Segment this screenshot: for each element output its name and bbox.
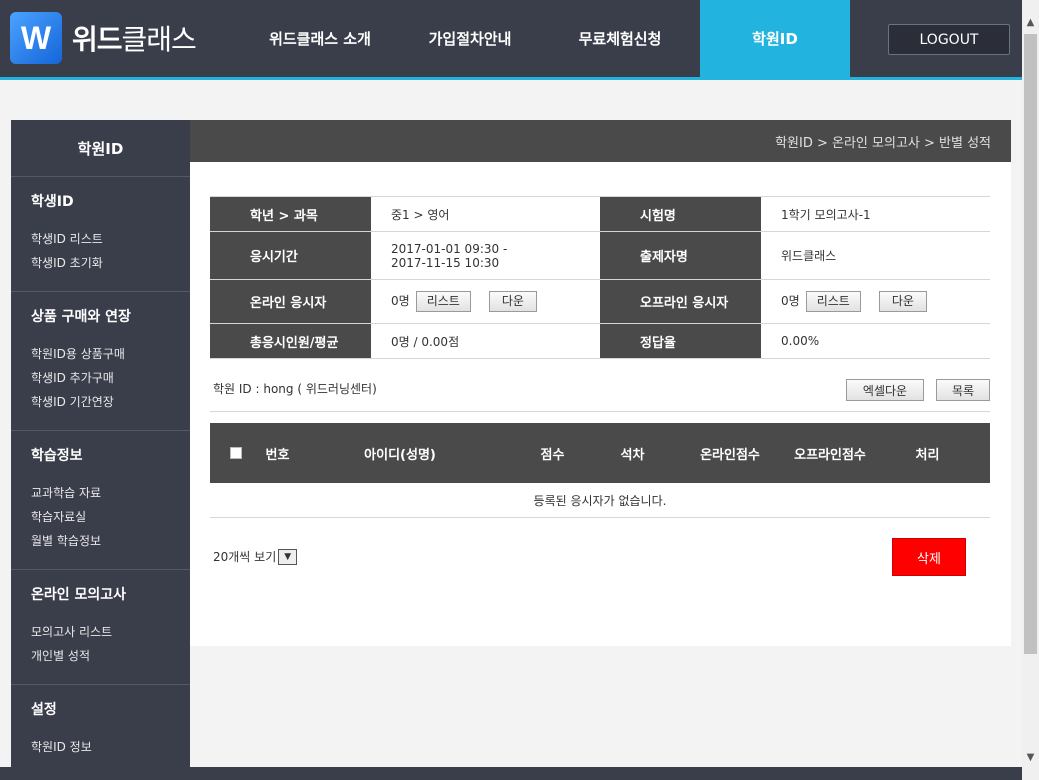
page-size-label: 20개씩 보기 (213, 550, 277, 564)
grade-subject-label: 학년 > 과목 (210, 196, 371, 232)
sidebar-section-purchase: 상품 구매와 연장 학원ID용 상품구매 학생ID 추가구매 학생ID 기간연장 (11, 292, 190, 431)
period-end: 2017-11-15 10:30 (391, 255, 500, 270)
top-header: W 위드클래스 위드클래스 소개 가입절차안내 무료체험신청 학원ID LOGO… (0, 0, 1022, 80)
sidebar-title: 학원ID (11, 120, 190, 177)
empty-results-message: 등록된 응시자가 없습니다. (210, 483, 990, 518)
main-content: 학원ID > 온라인 모의고사 > 반별 성적 학년 > 과목 중1 > 영어 … (190, 120, 1011, 646)
sidebar-item-additional-purchase[interactable]: 학생ID 추가구매 (31, 366, 190, 390)
logo-text: 위드클래스 (72, 18, 197, 58)
column-header-id-name: 아이디(성명) (364, 447, 436, 463)
footer-bar (0, 767, 1022, 780)
sidebar-section-learning-info: 학습정보 교과학습 자료 학습자료실 월별 학습정보 (11, 431, 190, 570)
excel-download-button[interactable]: 엑셀다운 (846, 379, 924, 401)
sidebar: 학원ID 학생ID 학생ID 리스트 학생ID 초기화 상품 구매와 연장 학원… (11, 120, 190, 767)
exam-name-value: 1학기 모의고사-1 (761, 196, 990, 232)
column-header-online-score: 온라인점수 (700, 447, 760, 463)
sidebar-item-period-extension[interactable]: 학생ID 기간연장 (31, 390, 190, 414)
nav-signup-guide[interactable]: 가입절차안내 (400, 0, 540, 77)
online-takers-count: 0명 (391, 294, 410, 308)
scroll-down-arrow-icon[interactable]: ▼ (1022, 749, 1039, 766)
sidebar-section-student-id: 학생ID 학생ID 리스트 학생ID 초기화 (11, 177, 190, 292)
total-average-value: 0명 / 0.00점 (371, 323, 600, 359)
back-to-list-button[interactable]: 목록 (936, 379, 990, 401)
sidebar-item-materials-room[interactable]: 학습자료실 (31, 505, 190, 529)
scrollbar[interactable]: ▲ ▼ (1022, 0, 1039, 780)
scroll-up-arrow-icon[interactable]: ▲ (1022, 14, 1039, 31)
results-table-header: 번호 아이디(성명) 점수 석차 온라인점수 오프라인점수 처리 (210, 423, 990, 483)
sidebar-section-settings: 설정 학원ID 정보 (11, 685, 190, 775)
academy-id-line: 학원 ID : hong ( 위드러닝센터) (213, 382, 377, 396)
offline-download-button[interactable]: 다운 (878, 291, 927, 312)
logout-button[interactable]: LOGOUT (888, 24, 1010, 55)
delete-button[interactable]: 삭제 (892, 538, 966, 576)
online-download-button[interactable]: 다운 (488, 291, 537, 312)
column-header-offline-score: 오프라인점수 (794, 447, 866, 463)
page-size-selector: 20개씩 보기 ▼ (213, 548, 298, 565)
offline-takers-value: 0명 리스트 다운 (761, 279, 990, 324)
logo-text-bold: 위드 (72, 23, 123, 56)
sidebar-item-individual-scores[interactable]: 개인별 성적 (31, 644, 190, 668)
logo[interactable]: W 위드클래스 (10, 12, 197, 64)
offline-takers-count: 0명 (781, 294, 800, 308)
page-size-dropdown-chevron-icon[interactable]: ▼ (278, 548, 298, 565)
nav-academy-id[interactable]: 학원ID (700, 0, 850, 77)
exam-name-label: 시험명 (600, 196, 761, 232)
main-nav: 위드클래스 소개 가입절차안내 무료체험신청 학원ID (240, 0, 850, 77)
sidebar-section-title: 학습정보 (31, 448, 83, 464)
sidebar-item-mock-exam-list[interactable]: 모의고사 리스트 (31, 620, 190, 644)
column-header-action: 처리 (915, 447, 940, 463)
online-takers-label: 온라인 응시자 (210, 279, 371, 324)
logo-text-thin: 클래스 (121, 23, 197, 56)
author-label: 출제자명 (600, 231, 761, 280)
logo-mark: W (10, 12, 62, 64)
sidebar-section-mock-exam: 온라인 모의고사 모의고사 리스트 개인별 성적 (11, 570, 190, 685)
scroll-thumb[interactable] (1024, 34, 1037, 654)
divider (210, 411, 990, 412)
sidebar-item-student-id-reset[interactable]: 학생ID 초기화 (31, 251, 190, 275)
column-header-number: 번호 (265, 447, 290, 463)
period-label: 응시기간 (210, 231, 371, 280)
nav-intro[interactable]: 위드클래스 소개 (240, 0, 400, 77)
accuracy-label: 정답율 (600, 323, 761, 359)
exam-info-table: 학년 > 과목 중1 > 영어 시험명 1학기 모의고사-1 응시기간 2017… (210, 196, 990, 359)
sidebar-item-product-purchase[interactable]: 학원ID용 상품구매 (31, 342, 190, 366)
online-list-button[interactable]: 리스트 (415, 291, 471, 312)
select-all-checkbox-cell (228, 423, 244, 483)
column-header-rank: 석차 (620, 447, 645, 463)
grade-subject-value: 중1 > 영어 (371, 196, 600, 232)
select-all-checkbox[interactable] (230, 447, 242, 459)
sidebar-item-academy-id-info[interactable]: 학원ID 정보 (31, 735, 190, 759)
nav-free-trial[interactable]: 무료체험신청 (540, 0, 700, 77)
period-value: 2017-01-01 09:30 - 2017-11-15 10:30 (371, 231, 600, 280)
column-header-score: 점수 (540, 447, 565, 463)
period-start: 2017-01-01 09:30 - (391, 241, 508, 256)
accuracy-value: 0.00% (761, 323, 990, 359)
sidebar-section-title: 설정 (31, 702, 57, 718)
offline-takers-label: 오프라인 응시자 (600, 279, 761, 324)
breadcrumb: 학원ID > 온라인 모의고사 > 반별 성적 (190, 120, 1011, 162)
sidebar-section-title: 온라인 모의고사 (31, 587, 127, 603)
total-average-label: 총응시인원/평균 (210, 323, 371, 359)
online-takers-value: 0명 리스트 다운 (371, 279, 600, 324)
sidebar-item-monthly-info[interactable]: 월별 학습정보 (31, 529, 190, 553)
sidebar-item-student-id-list[interactable]: 학생ID 리스트 (31, 227, 190, 251)
sidebar-item-subject-materials[interactable]: 교과학습 자료 (31, 481, 190, 505)
offline-list-button[interactable]: 리스트 (805, 291, 861, 312)
sidebar-section-title: 학생ID (31, 194, 74, 210)
author-value: 위드클래스 (761, 231, 990, 280)
sidebar-section-title: 상품 구매와 연장 (31, 309, 131, 325)
